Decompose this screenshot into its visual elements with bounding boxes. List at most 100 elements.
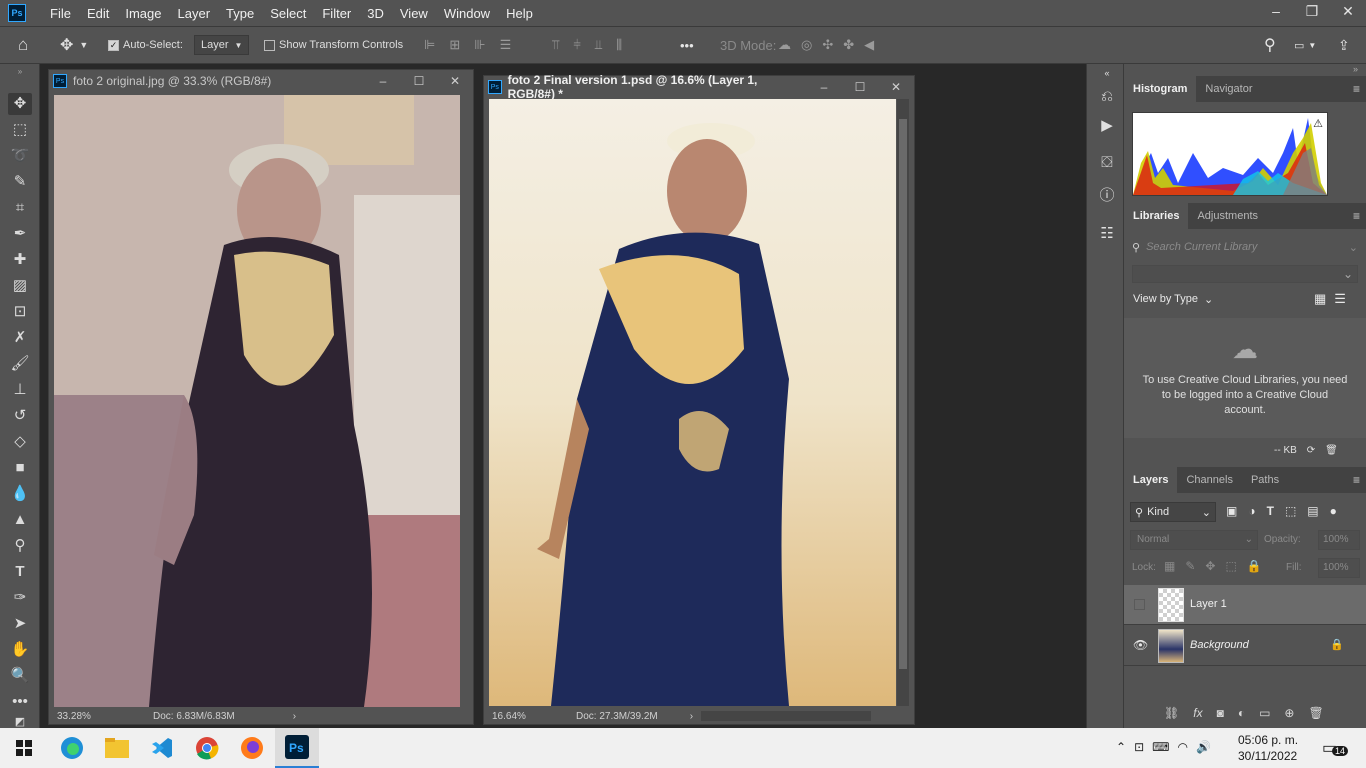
layer-style-icon[interactable]: fx xyxy=(1193,706,1202,720)
lock-artboard-icon[interactable]: ⬚ xyxy=(1225,559,1236,573)
clone-stamp-tool-icon[interactable]: ⊥ xyxy=(8,379,32,401)
menu-image[interactable]: Image xyxy=(117,6,169,21)
final-photo-canvas[interactable] xyxy=(489,99,896,706)
chevron-right-icon[interactable]: › xyxy=(690,711,693,722)
minimize-doc-button[interactable]: – xyxy=(365,74,401,88)
search-icon[interactable]: ⚲ xyxy=(1264,27,1276,63)
type-tool-icon[interactable]: T xyxy=(8,561,32,583)
patch-tool-icon[interactable]: ▨ xyxy=(8,275,32,297)
more-options-button[interactable]: ••• xyxy=(680,27,694,63)
content-aware-move-tool-icon[interactable]: ✗ xyxy=(8,327,32,349)
document-window-final[interactable]: Ps foto 2 Final version 1.psd @ 16.6% (L… xyxy=(483,73,915,725)
slide-3d-icon[interactable]: ✤ xyxy=(843,37,854,53)
trash-icon[interactable]: 🗑 xyxy=(1325,445,1338,456)
move-tool-icon[interactable]: ✥ ▼ xyxy=(60,27,88,63)
3d-icon[interactable]: ⛋ xyxy=(1097,154,1117,174)
lock-transparent-icon[interactable]: ▦ xyxy=(1164,559,1175,573)
menu-window[interactable]: Window xyxy=(436,6,498,21)
volume-icon[interactable]: 🔊 xyxy=(1196,740,1211,754)
share-icon[interactable]: ⇪ xyxy=(1338,27,1350,63)
eye-icon[interactable]: 👁 xyxy=(1133,638,1148,652)
align-bottom-icon[interactable]: ⫫ xyxy=(595,37,602,53)
grid-view-icon[interactable]: ▦ xyxy=(1314,291,1326,307)
language-icon[interactable]: ⌨ xyxy=(1152,740,1169,754)
layer-name[interactable]: Layer 1 xyxy=(1190,598,1227,610)
move-tool-icon[interactable]: ✥ xyxy=(8,93,32,115)
path-selection-tool-icon[interactable]: ➤ xyxy=(8,613,32,635)
collapse-toolbar-icon[interactable]: » xyxy=(8,68,32,76)
workspace-icon[interactable]: ▭ ▼ xyxy=(1294,27,1316,63)
close-doc-button[interactable]: ✕ xyxy=(437,74,473,88)
menu-view[interactable]: View xyxy=(392,6,436,21)
dodge-tool-icon[interactable]: ⚲ xyxy=(8,535,32,557)
tab-navigator[interactable]: Navigator xyxy=(1196,76,1261,102)
marquee-tool-icon[interactable]: ⬚ xyxy=(8,119,32,141)
tab-histogram[interactable]: Histogram xyxy=(1124,76,1197,102)
edit-toolbar-icon[interactable]: ••• xyxy=(8,691,32,713)
type-filter-icon[interactable]: T xyxy=(1267,504,1274,518)
panel-menu-icon[interactable]: ≡ xyxy=(1353,473,1360,487)
actions-play-icon[interactable]: ▶ xyxy=(1097,116,1117,136)
collapse-dock-icon[interactable]: « xyxy=(1097,68,1117,88)
adjustment-layer-icon[interactable]: ◐ xyxy=(1238,706,1245,720)
lock-image-icon[interactable]: ✎ xyxy=(1185,559,1195,573)
menu-file[interactable]: File xyxy=(42,6,79,21)
zoom-level[interactable]: 16.64% xyxy=(492,711,540,722)
properties-icon[interactable]: ☷ xyxy=(1097,224,1117,244)
layer-row[interactable]: Layer 1 xyxy=(1124,585,1366,625)
wifi-icon[interactable]: ◠ xyxy=(1177,740,1187,754)
collapse-panels-icon[interactable]: » xyxy=(1124,64,1366,76)
pixel-filter-icon[interactable]: ▣ xyxy=(1226,504,1237,518)
chevron-up-icon[interactable]: ⌃ xyxy=(1116,740,1126,754)
minimize-button[interactable]: – xyxy=(1258,0,1294,22)
eraser-tool-icon[interactable]: ◇ xyxy=(8,431,32,453)
file-explorer-icon[interactable] xyxy=(95,728,139,768)
minimize-doc-button[interactable]: – xyxy=(806,80,842,94)
menu-edit[interactable]: Edit xyxy=(79,6,117,21)
tab-layers[interactable]: Layers xyxy=(1124,467,1178,493)
panel-menu-icon[interactable]: ≡ xyxy=(1353,82,1360,96)
photoshop-taskbar-icon[interactable]: Ps xyxy=(275,728,319,768)
auto-select-target-dropdown[interactable]: Layer ▼ xyxy=(194,35,250,55)
shape-filter-icon[interactable]: ⬚ xyxy=(1285,504,1296,518)
delete-layer-icon[interactable]: 🗑 xyxy=(1308,706,1323,720)
hand-tool-icon[interactable]: ✋ xyxy=(8,639,32,661)
close-doc-button[interactable]: ✕ xyxy=(878,80,914,94)
library-select-dropdown[interactable]: ⌄ xyxy=(1132,265,1358,283)
smart-object-filter-icon[interactable]: ▤ xyxy=(1307,504,1318,518)
color-swatches-icon[interactable]: ◩ xyxy=(8,716,32,728)
original-photo-canvas[interactable] xyxy=(54,95,460,707)
tab-paths[interactable]: Paths xyxy=(1242,467,1288,493)
photoshop-logo[interactable]: Ps xyxy=(8,4,26,22)
history-brush-tool-icon[interactable]: ↺ xyxy=(8,405,32,427)
document-tab-original[interactable]: Ps foto 2 original.jpg @ 33.3% (RGB/8#) … xyxy=(49,70,473,92)
align-middle-icon[interactable]: ⫩ xyxy=(573,37,580,53)
opacity-input[interactable]: 100% xyxy=(1318,530,1360,550)
drag-3d-icon[interactable]: ✣ xyxy=(822,37,833,53)
sync-icon[interactable]: ⟳ xyxy=(1307,445,1315,456)
show-transform-checkbox[interactable]: Show Transform Controls xyxy=(264,27,403,63)
restore-button[interactable]: ❐ xyxy=(1294,0,1330,22)
lock-position-icon[interactable]: ✥ xyxy=(1205,559,1215,573)
edge-icon[interactable] xyxy=(50,728,94,768)
new-group-icon[interactable]: ▭ xyxy=(1259,706,1270,720)
blend-mode-dropdown[interactable]: Normal ⌄ xyxy=(1130,530,1258,550)
layer-row[interactable]: 👁 Background 🔒 xyxy=(1124,626,1366,666)
document-tab-final[interactable]: Ps foto 2 Final version 1.psd @ 16.6% (L… xyxy=(484,73,914,101)
pen-tool-icon[interactable]: ✑ xyxy=(8,587,32,609)
view-by-type-dropdown[interactable]: View by Type ⌄ xyxy=(1133,293,1213,306)
chevron-right-icon[interactable]: › xyxy=(293,711,296,722)
menu-3d[interactable]: 3D xyxy=(359,6,392,21)
distribute-icon[interactable]: ☰ xyxy=(500,37,512,53)
document-window-original[interactable]: Ps foto 2 original.jpg @ 33.3% (RGB/8#) … xyxy=(48,69,474,725)
zoom-level[interactable]: 33.28% xyxy=(57,711,105,722)
menu-type[interactable]: Type xyxy=(218,6,262,21)
zoom-tool-icon[interactable]: 🔍 xyxy=(8,665,32,687)
tab-libraries[interactable]: Libraries xyxy=(1124,203,1189,229)
new-layer-icon[interactable]: ⊕ xyxy=(1284,706,1294,720)
tab-channels[interactable]: Channels xyxy=(1177,467,1241,493)
home-icon[interactable]: ⌂ xyxy=(18,27,28,63)
scrollbar-thumb[interactable] xyxy=(899,119,907,669)
menu-help[interactable]: Help xyxy=(498,6,541,21)
chrome-icon[interactable] xyxy=(185,728,229,768)
